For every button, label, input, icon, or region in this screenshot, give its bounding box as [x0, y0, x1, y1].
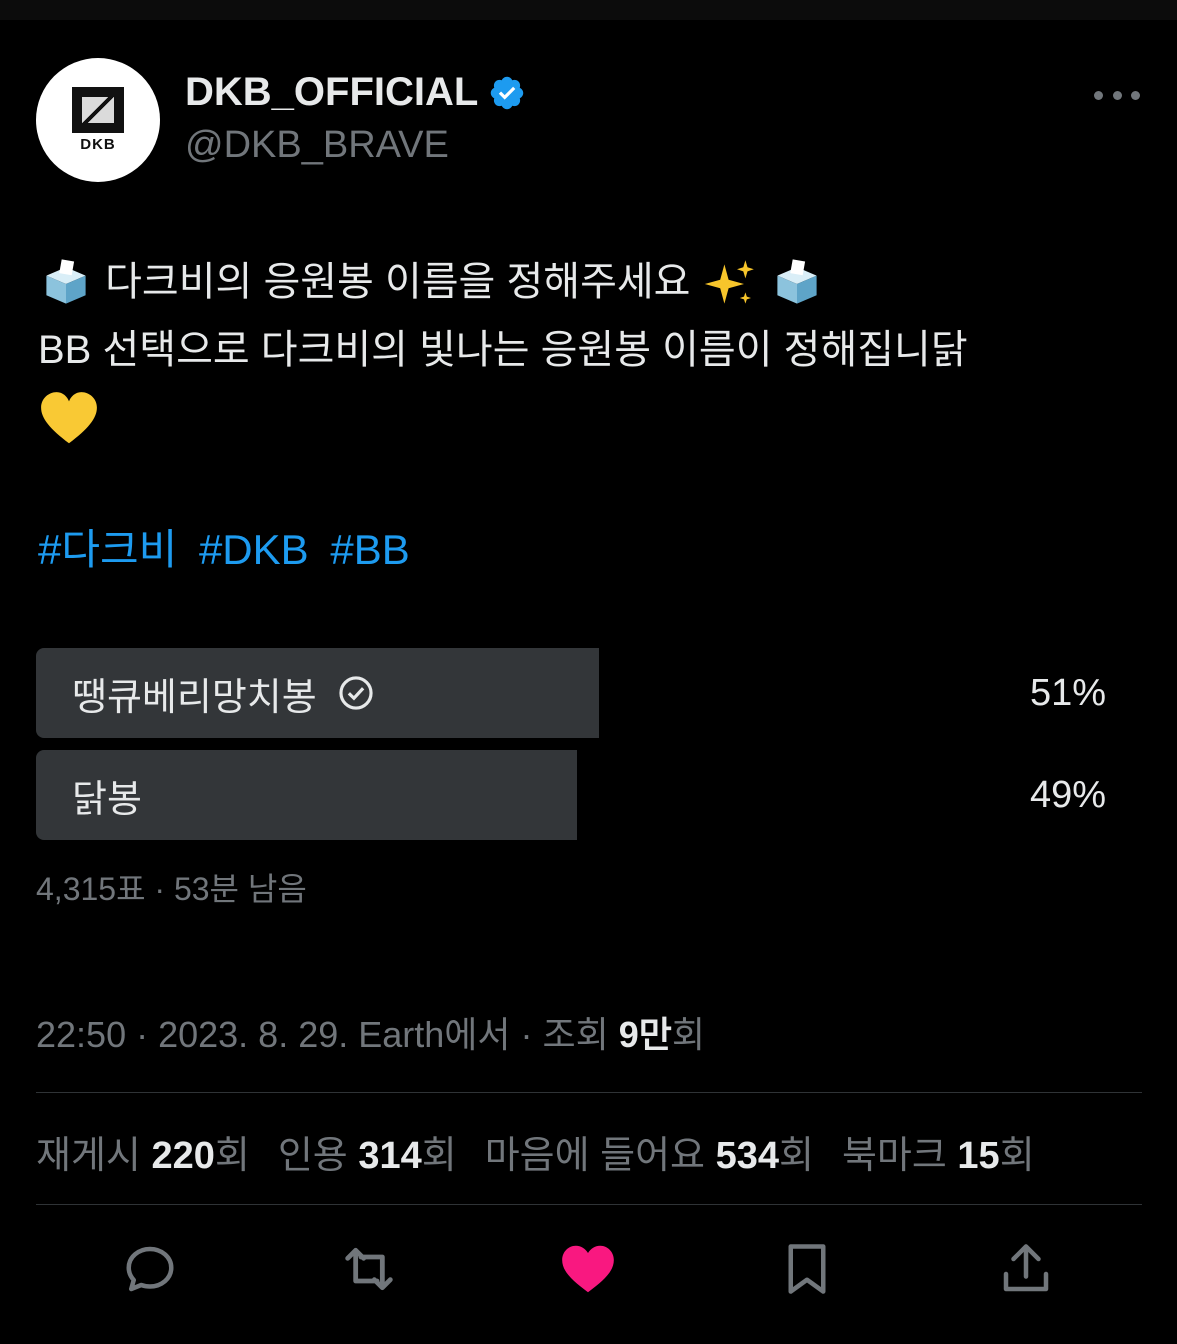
- heart-icon: [562, 1245, 614, 1293]
- divider: [36, 1204, 1142, 1205]
- bookmark-icon: [788, 1244, 826, 1294]
- bookmark-button[interactable]: [772, 1234, 842, 1304]
- ballot-box-icon: [46, 259, 86, 305]
- view-suffix: 회: [671, 1014, 706, 1055]
- check-circle-icon: [339, 676, 373, 710]
- display-name[interactable]: DKB_OFFICIAL: [185, 70, 478, 115]
- tweet-line-2: BB 선택으로 다크비의 빛나는 응원봉 이름이 정해집니닭: [38, 328, 968, 372]
- hashtag-link[interactable]: #DKB: [199, 526, 309, 573]
- yellow-heart-icon: [41, 392, 97, 444]
- hashtag-link[interactable]: #BB: [330, 526, 409, 573]
- avatar[interactable]: DKB: [36, 58, 160, 182]
- verified-badge-icon[interactable]: [488, 74, 526, 112]
- retweet-icon: [345, 1247, 393, 1291]
- hashtags: #다크비 #DKB #BB: [38, 516, 420, 577]
- name-row: DKB_OFFICIAL: [185, 70, 526, 115]
- quote-stat[interactable]: 인용 314회: [278, 1124, 457, 1179]
- tweet-line-1: 다크비의 응원봉 이름을 정해주세요: [105, 260, 691, 304]
- share-button[interactable]: [991, 1234, 1061, 1304]
- engagement-stats: 재게시 220회 인용 314회 마음에 들어요 534회 북마크 15회: [36, 1124, 1035, 1179]
- poll-option-2[interactable]: 닭봉 49%: [36, 750, 1140, 840]
- retweet-stat[interactable]: 재게시 220회: [36, 1124, 250, 1179]
- action-bar: [0, 1234, 1177, 1304]
- poll-option-1[interactable]: 땡큐베리망치봉 51%: [36, 648, 1140, 738]
- reply-icon: [126, 1246, 174, 1292]
- ballot-box-icon-2: [777, 259, 817, 305]
- poll-meta: 4,315표 · 53분 남음: [36, 871, 307, 907]
- like-button[interactable]: [553, 1234, 623, 1304]
- more-options-icon[interactable]: [1094, 80, 1140, 110]
- timestamp[interactable]: 22:50 · 2023. 8. 29. Earth에서 · 조회 9만회: [36, 1006, 705, 1058]
- divider: [36, 1092, 1142, 1093]
- retweet-button[interactable]: [334, 1234, 404, 1304]
- poll-option-percent: 51%: [1029, 671, 1106, 714]
- hashtag-link[interactable]: #다크비: [38, 526, 177, 573]
- tweet-text: 다크비의 응원봉 이름을 정해주세요 BB 선택으로 다크비의 빛나는 응원봉 …: [38, 248, 1148, 452]
- timestamp-text: 22:50 · 2023. 8. 29. Earth에서 · 조회: [36, 1014, 619, 1055]
- poll-option-label: 닭봉: [72, 778, 142, 821]
- sparkles-icon: [704, 260, 754, 305]
- share-icon: [1003, 1244, 1049, 1292]
- top-bar: [0, 0, 1177, 20]
- view-count: 9만: [618, 1014, 672, 1055]
- handle[interactable]: @DKB_BRAVE: [185, 124, 449, 167]
- reply-button[interactable]: [115, 1234, 185, 1304]
- bookmark-stat[interactable]: 북마크 15회: [842, 1124, 1035, 1179]
- poll-option-label: 땡큐베리망치봉: [72, 676, 317, 719]
- avatar-logo-text: DKB: [80, 136, 116, 153]
- like-stat[interactable]: 마음에 들어요 534회: [485, 1124, 814, 1179]
- dkb-logo: [72, 87, 124, 133]
- poll-option-percent: 49%: [1029, 773, 1106, 816]
